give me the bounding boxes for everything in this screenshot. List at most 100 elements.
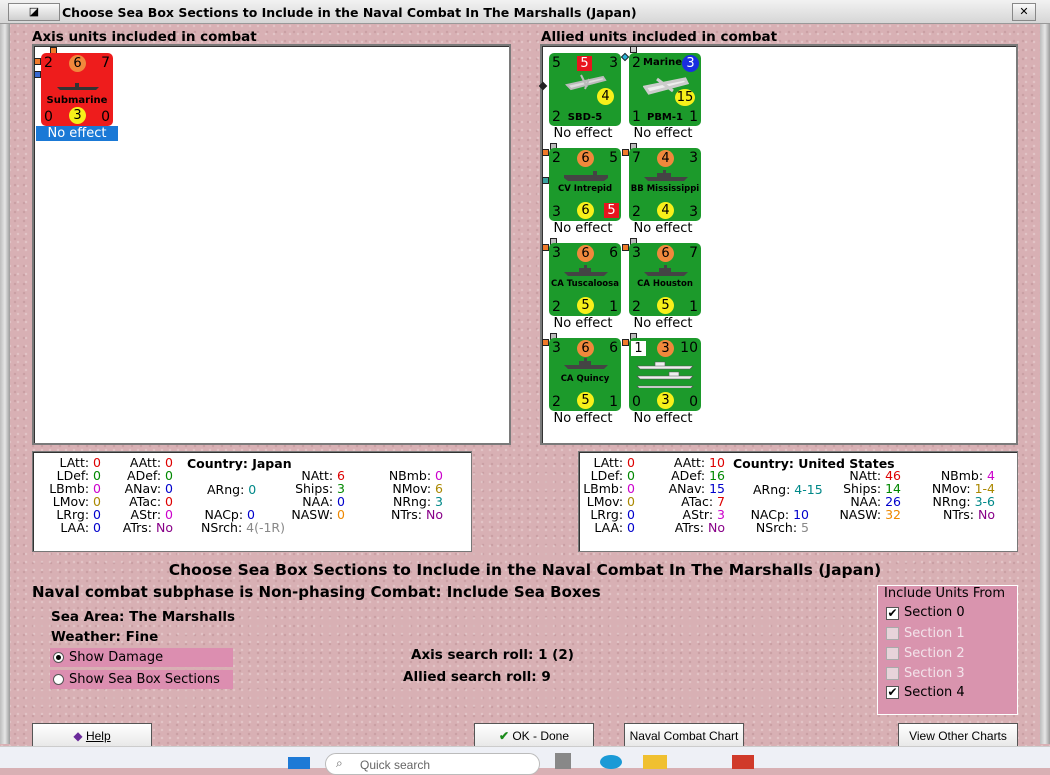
unit-name: CA Tuscaloosa (551, 279, 619, 289)
axis-naval-stats-2: NBmb: 0 NMov: 6 NRng: 3 NTrs: No (388, 468, 443, 522)
main-title: Choose Sea Box Sections to Include in th… (168, 561, 882, 579)
stat-value: 5 (577, 56, 592, 71)
show-damage-option[interactable]: Show Damage (50, 648, 233, 667)
app-icon[interactable] (555, 753, 571, 769)
stat-value: 1 (609, 299, 618, 315)
stat-defense: 3 (69, 107, 86, 124)
folder-icon[interactable] (643, 755, 667, 769)
section-0-checkbox[interactable]: ✔ (886, 607, 899, 620)
battleship-icon (644, 170, 688, 181)
unit-marker (622, 244, 629, 251)
radio-button-selected[interactable] (53, 652, 64, 663)
axis-units-panel[interactable]: 2 6 7 Submarine 0 3 0 No effect (32, 44, 511, 445)
radio-button[interactable] (53, 674, 64, 685)
stat-value: 10 (680, 340, 698, 356)
section-3-checkbox[interactable] (886, 667, 899, 680)
allied-misc-stats: NACp: 10 NSrch: 5 (750, 507, 809, 535)
stat-value: 0 (689, 394, 698, 410)
stat-value: 1 (631, 341, 646, 356)
unit-counter-ca-houston[interactable]: 3 6 7 CA Houston 2 5 1 (629, 243, 701, 316)
unit-marker (542, 244, 549, 251)
unit-counter-sbd5[interactable]: 5 5 3 4 2 SBD-5 (549, 53, 621, 126)
allied-search-roll: Allied search roll: 9 (403, 669, 551, 685)
carrier-icon (564, 171, 608, 181)
stat-value: 2 (552, 150, 561, 166)
unit-effect-label: No effect (633, 316, 693, 331)
unit-effect-label: No effect (553, 411, 613, 426)
section-1-checkbox[interactable] (886, 627, 899, 640)
show-sections-label: Show Sea Box Sections (69, 672, 220, 687)
stat-value: 6 (69, 55, 86, 72)
help-label: Help (85, 729, 111, 743)
section-1-label: Section 1 (904, 626, 965, 641)
stat-value: 3 (682, 55, 699, 72)
checkmark-icon: ✔ (498, 729, 509, 743)
allied-naval-stats: NAtt: 46 Ships: 14 NAA: 26 NASW: 32 (839, 468, 901, 522)
unit-counter-ca-quincy[interactable]: 3 6 6 CA Quincy 2 5 1 (549, 338, 621, 411)
stat-value: 3 (552, 245, 561, 261)
cruiser-icon (644, 265, 688, 276)
unit-effect-label: No effect (553, 221, 613, 236)
stat-value: 6 (577, 150, 594, 167)
axis-arng: ARng: 0 (207, 482, 257, 497)
stat-value: 7 (689, 245, 698, 261)
title-bar: ◪ Choose Sea Box Sections to Include in … (0, 0, 1050, 24)
axis-country: Country: Japan (187, 456, 292, 471)
frame-left (0, 24, 10, 744)
unit-counter-submarine[interactable]: 2 6 7 Submarine 0 3 0 (41, 53, 113, 126)
stat-value: 2 (632, 204, 641, 220)
ok-label: OK - Done (512, 729, 570, 743)
stat-value: 5 (577, 392, 594, 409)
browser-icon[interactable] (600, 755, 622, 769)
section-0-label: Section 0 (904, 605, 965, 620)
stat-value: 3 (657, 340, 674, 357)
close-icon[interactable]: ✕ (1012, 3, 1036, 21)
taskbar-search-box[interactable]: ⌕ Quick search (325, 753, 540, 775)
unit-name: Submarine (46, 95, 108, 106)
include-units-group: Include Units From ✔ Section 0 Section 1… (877, 585, 1018, 715)
stat-value: 0 (44, 109, 53, 125)
stat-value: 0 (101, 109, 110, 125)
game-app-icon[interactable] (732, 755, 754, 769)
unit-effect-label: No effect (553, 126, 613, 141)
stat-value: 4 (597, 88, 614, 105)
stat-value: 3 (657, 392, 674, 409)
axis-air-stats: AAtt: 0 ADef: 0 ANav: 0 ATac: 0 AStr: 0 … (122, 455, 173, 535)
allied-units-panel[interactable]: 5 5 3 4 2 SBD-5 No effect 2 Mariner 3 15… (538, 44, 1018, 445)
show-damage-label: Show Damage (69, 650, 164, 665)
section-4-checkbox[interactable]: ✔ (886, 686, 899, 699)
allied-header: Allied units included in combat (541, 29, 778, 45)
windows-start-icon[interactable] (288, 757, 310, 769)
stat-value: 6 (577, 340, 594, 357)
cruiser-icon (564, 265, 608, 276)
unit-marker (538, 81, 548, 91)
weather-text: Weather: Fine (51, 629, 159, 645)
convoy-icon (636, 361, 694, 388)
stat-value: 2 (552, 299, 561, 315)
stat-value: 6 (577, 202, 594, 219)
stat-value: 1 (689, 109, 698, 125)
section-2-checkbox[interactable] (886, 647, 899, 660)
search-icon: ⌕ (336, 756, 343, 770)
unit-effect-label: No effect (36, 126, 118, 141)
allied-air-stats: AAtt: 10 ADef: 16 ANav: 15 ATac: 7 AStr:… (668, 455, 725, 535)
unit-marker (34, 58, 41, 65)
allied-stats-box: LAtt: 0 LDef: 0 LBmb: 0 LMov: 0 LRrg: 0 … (578, 451, 1018, 552)
submarine-icon (57, 83, 99, 90)
axis-search-roll: Axis search roll: 1 (2) (411, 647, 574, 663)
system-menu-icon[interactable]: ◪ (8, 3, 60, 21)
unit-effect-label: No effect (633, 411, 693, 426)
stat-value: 15 (675, 89, 695, 106)
unit-counter-cv-intrepid[interactable]: 2 6 5 CV Intrepid 3 6 5 (549, 148, 621, 221)
unit-counter-convoy[interactable]: 1 3 10 0 3 0 (629, 338, 701, 411)
unit-effect-label: No effect (633, 221, 693, 236)
axis-naval-stats: NAtt: 6 Ships: 3 NAA: 0 NASW: 0 (291, 468, 345, 522)
show-sections-option[interactable]: Show Sea Box Sections (50, 670, 233, 689)
subphase-text: Naval combat subphase is Non-phasing Com… (32, 583, 601, 601)
unit-counter-bb-mississippi[interactable]: 7 4 3 BB Mississippi 2 4 3 (629, 148, 701, 221)
stat-value: 5 (577, 297, 594, 314)
unit-name: BB Mississippi (630, 184, 700, 194)
unit-counter-ca-tuscaloosa[interactable]: 3 6 6 CA Tuscaloosa 2 5 1 (549, 243, 621, 316)
unit-marker (622, 149, 629, 156)
unit-counter-pbm1[interactable]: 2 Mariner 3 15 1 PBM-1 1 (629, 53, 701, 126)
